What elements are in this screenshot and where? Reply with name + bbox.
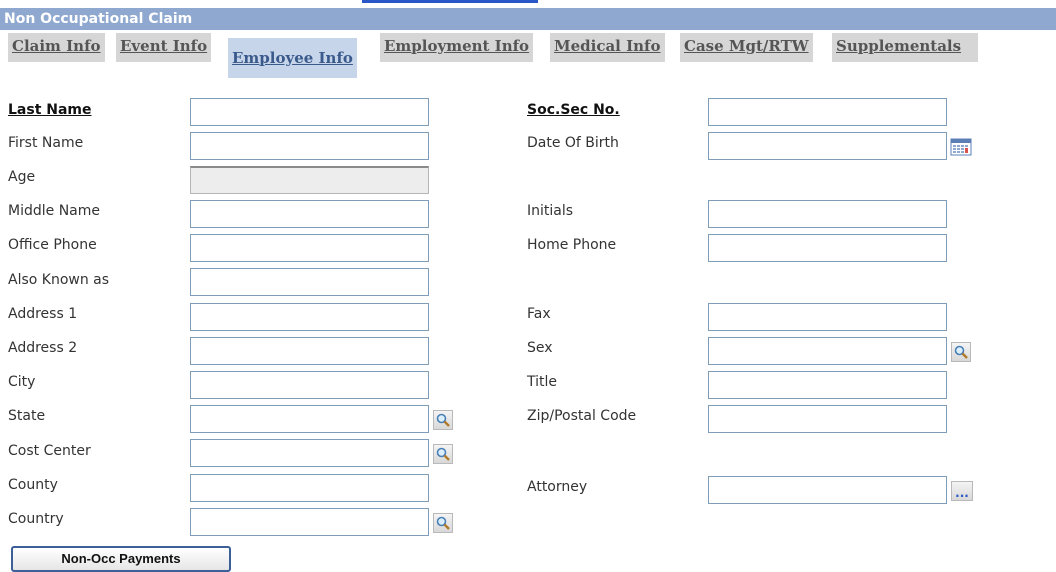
top-link-underline [362,0,538,3]
label-county: County [8,477,58,493]
tab-claim-info[interactable]: Claim Info [8,33,105,62]
fax-field[interactable] [708,303,947,331]
date-of-birth-calendar-button[interactable] [950,137,972,157]
label-city: City [8,374,36,390]
label-zip-postal-code: Zip/Postal Code [527,408,637,424]
search-icon [953,344,969,360]
label-office-phone: Office Phone [8,237,97,253]
first-name-field[interactable] [190,132,429,160]
label-address-1: Address 1 [8,306,78,322]
tab-employee-info[interactable]: Employee Info [228,38,357,78]
search-icon [435,446,451,462]
state-field[interactable] [190,405,429,433]
address-1-field[interactable] [190,303,429,331]
label-address-2: Address 2 [8,340,78,356]
tab-bar: Claim Info Event Info Employee Info Empl… [0,30,1056,78]
label-initials: Initials [527,203,574,219]
non-occ-payments-button[interactable]: Non-Occ Payments [11,546,231,572]
label-home-phone: Home Phone [527,237,617,253]
last-name-field[interactable] [190,98,429,126]
label-fax: Fax [527,306,551,322]
attorney-lookup-button[interactable]: ... [951,481,973,501]
tab-case-mgt-rtw[interactable]: Case Mgt/RTW [680,33,813,62]
age-field [190,166,429,194]
sex-search-button[interactable] [951,342,971,362]
state-search-button[interactable] [433,410,453,430]
label-cost-center: Cost Center [8,443,91,459]
soc-sec-no-field[interactable] [708,98,947,126]
also-known-as-field[interactable] [190,268,429,296]
initials-field[interactable] [708,200,947,228]
country-field[interactable] [190,508,429,536]
label-date-of-birth: Date Of Birth [527,135,619,151]
zip-postal-code-field[interactable] [708,405,947,433]
window-title: Non Occupational Claim [0,8,1056,30]
label-age: Age [8,169,36,185]
cost-center-search-button[interactable] [433,444,453,464]
office-phone-field[interactable] [190,234,429,262]
calendar-icon [950,138,972,161]
home-phone-field[interactable] [708,234,947,262]
label-country: Country [8,511,64,527]
attorney-field[interactable] [708,476,947,504]
label-state: State [8,408,46,424]
label-sex: Sex [527,340,553,356]
date-of-birth-field[interactable] [708,132,947,160]
label-soc-sec-no: Soc.Sec No. [527,102,620,118]
city-field[interactable] [190,371,429,399]
tab-event-info[interactable]: Event Info [116,33,212,62]
ellipsis-icon: ... [955,486,969,500]
sex-field[interactable] [708,337,947,365]
country-search-button[interactable] [433,513,453,533]
county-field[interactable] [190,474,429,502]
search-icon [435,515,451,531]
tab-employment-info[interactable]: Employment Info [380,33,534,62]
label-attorney: Attorney [527,479,588,495]
tab-medical-info[interactable]: Medical Info [550,33,665,62]
label-title: Title [527,374,558,390]
label-first-name: First Name [8,135,84,151]
tab-supplementals[interactable]: Supplementals [832,33,978,62]
label-last-name: Last Name [8,102,92,118]
label-also-known-as: Also Known as [8,272,110,288]
search-icon [435,412,451,428]
middle-name-field[interactable] [190,200,429,228]
title-field[interactable] [708,371,947,399]
address-2-field[interactable] [190,337,429,365]
label-middle-name: Middle Name [8,203,100,219]
cost-center-field[interactable] [190,439,429,467]
